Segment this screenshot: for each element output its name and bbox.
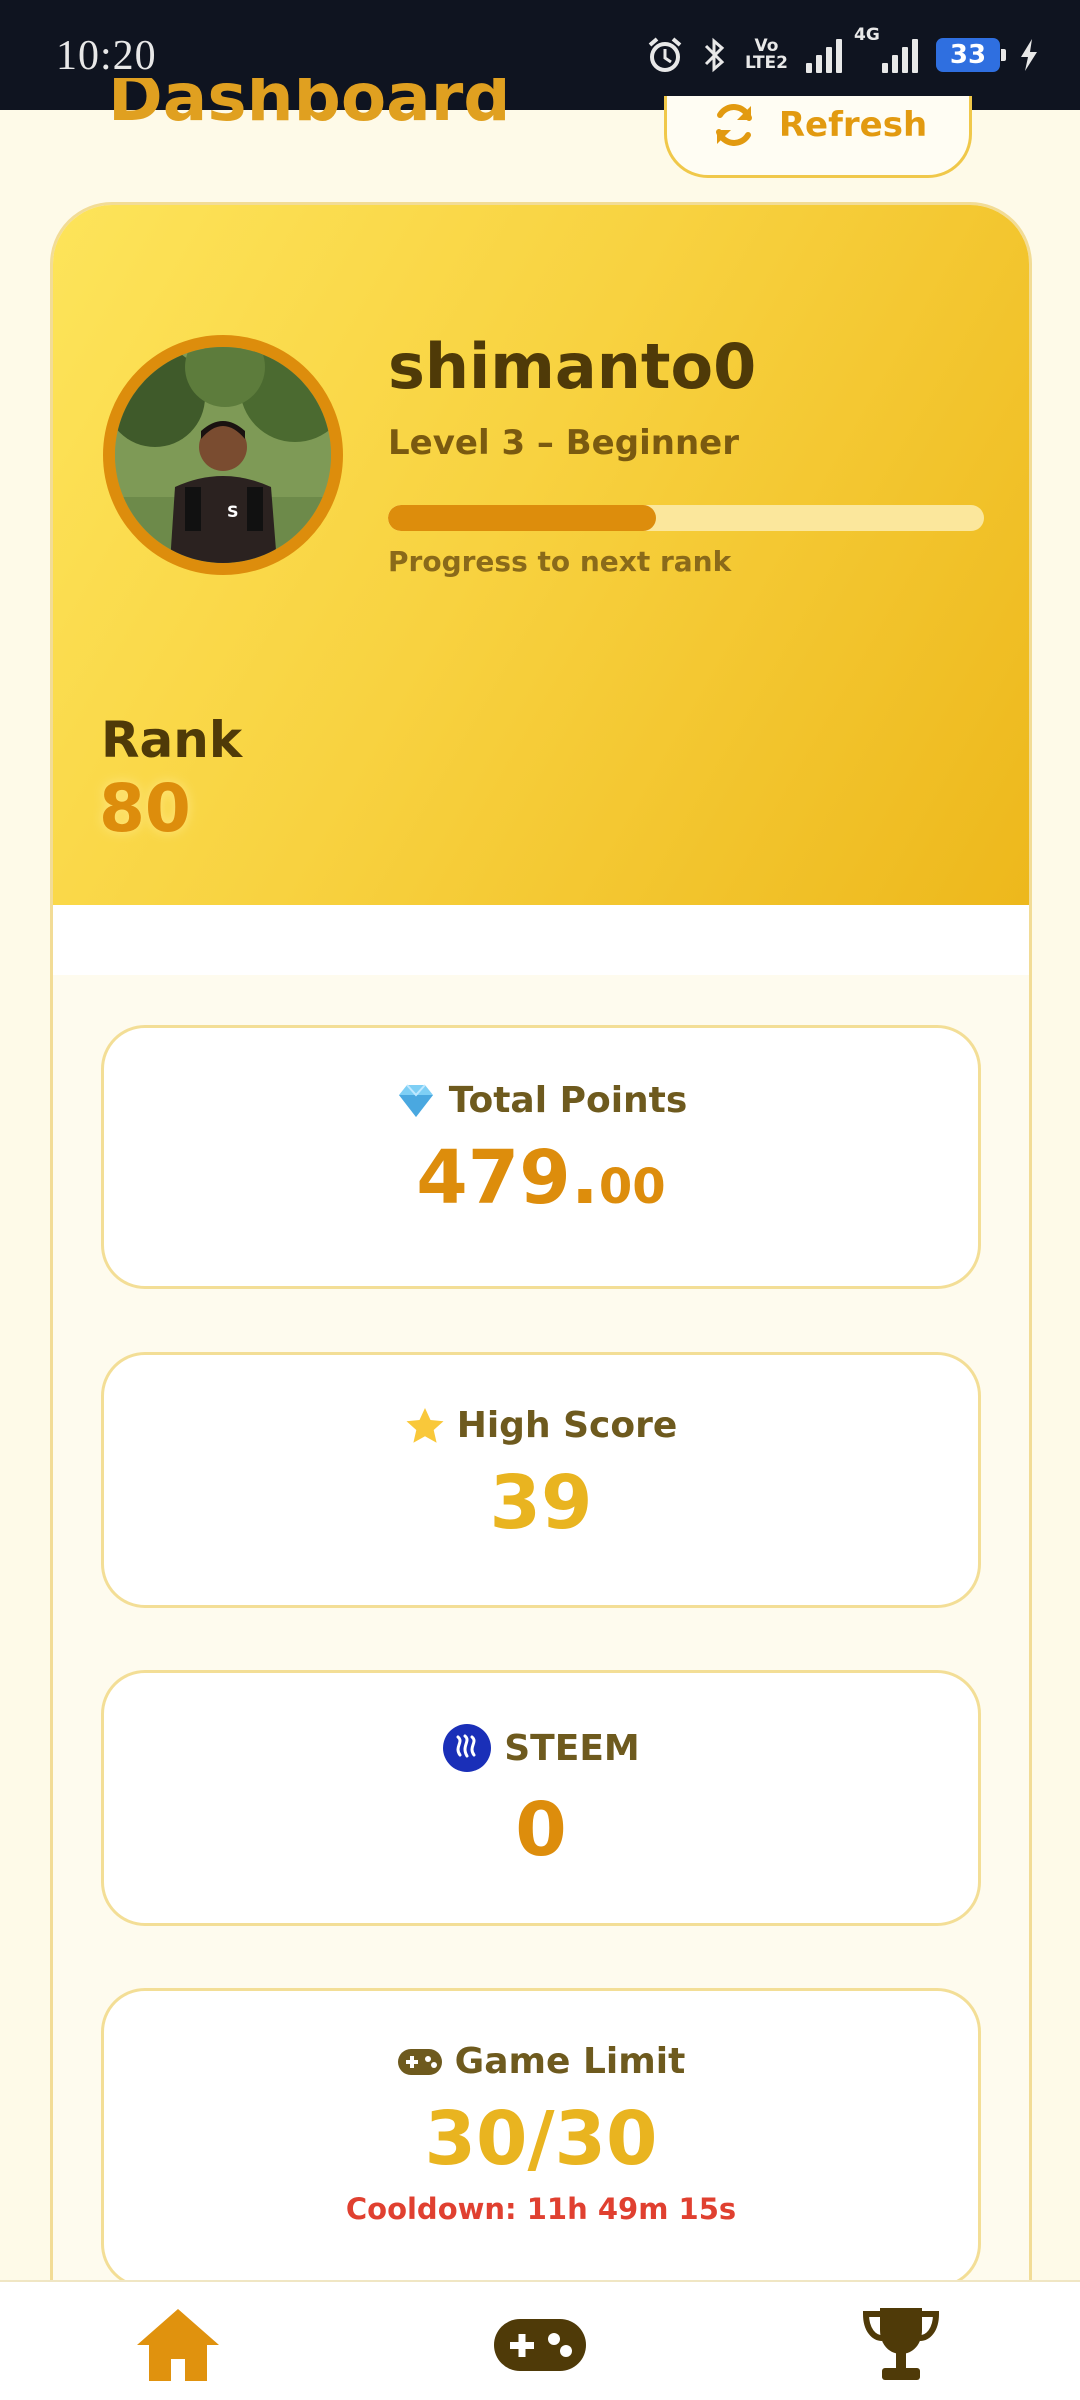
gamepad-icon [494,2319,586,2371]
signal-icon [806,37,842,73]
gem-icon [398,1083,433,1117]
avatar-photo: S [115,347,331,563]
hero-divider [53,905,1029,975]
level-text: Level 3 – Beginner [388,423,739,463]
progress-label: Progress to next rank [388,545,732,578]
steem-value: 0 [515,1787,567,1873]
game-limit-value: 30/30 [424,2096,658,2182]
total-points-value: 479.00 [104,1135,978,1221]
net-type-label: 4G [854,25,880,45]
game-limit-title: Game Limit [104,2041,978,2082]
steem-icon [443,1724,492,1772]
steem-label: STEEM [504,1727,640,1769]
bottom-nav [0,2280,1080,2400]
high-score-card: High Score 39 [101,1352,981,1608]
profile-hero: S shimanto0 Level 3 – Beginner Progress … [53,205,1029,905]
steem-card: STEEM 0 [101,1670,981,1926]
rank-label: Rank [101,711,243,769]
game-limit-label: Game Limit [454,2041,686,2082]
total-points-label: Total Points [448,1080,688,1121]
rank-value: 80 [99,770,191,847]
refresh-button[interactable]: Refresh [664,96,972,178]
signal-4g-icon: 4G [854,27,918,73]
bluetooth-icon [703,35,727,75]
svg-text:S: S [227,502,239,521]
total-points-title: Total Points [104,1080,978,1121]
charging-icon [1018,37,1040,73]
page-title-text: Dashboard [108,78,511,136]
refresh-label: Refresh [778,104,928,145]
page-title: Dashboard [108,78,511,158]
volte-indicator: Vo LTE2 [745,38,788,72]
total-points-dec: 00 [598,1159,666,1215]
total-points-int: 479. [416,1135,599,1221]
alarm-icon [645,35,685,75]
refresh-icon [715,103,752,146]
high-score-value: 39 [489,1460,593,1546]
trophy-icon [862,2308,940,2380]
high-score-label: High Score [456,1405,678,1446]
home-icon [137,2309,219,2381]
dashboard-card: S shimanto0 Level 3 – Beginner Progress … [50,202,1032,2400]
game-limit-card: Game Limit 30/30 Cooldown: 11h 49m 15s [101,1988,981,2288]
steem-title: STEEM [104,1723,978,1773]
gamepad-icon [397,2048,442,2075]
total-points-card: Total Points 479.00 [101,1025,981,1289]
rank-progress-fill [388,505,657,531]
high-score-title: High Score [104,1405,978,1446]
avatar[interactable]: S [103,335,343,575]
status-time: 10:20 [56,33,157,79]
nav-home[interactable] [113,2300,243,2390]
volte-bottom: LTE2 [744,53,788,73]
nav-games[interactable] [475,2300,605,2390]
battery-icon: 33 [936,38,1006,72]
nav-leaderboard[interactable] [836,2300,966,2390]
star-icon [406,1407,444,1443]
cooldown-text: Cooldown: 11h 49m 15s [345,2192,737,2226]
rank-progress-bar [388,505,984,531]
status-icons: Vo LTE2 4G 33 [645,27,1040,80]
username: shimanto0 [388,330,757,403]
battery-level: 33 [949,40,987,70]
